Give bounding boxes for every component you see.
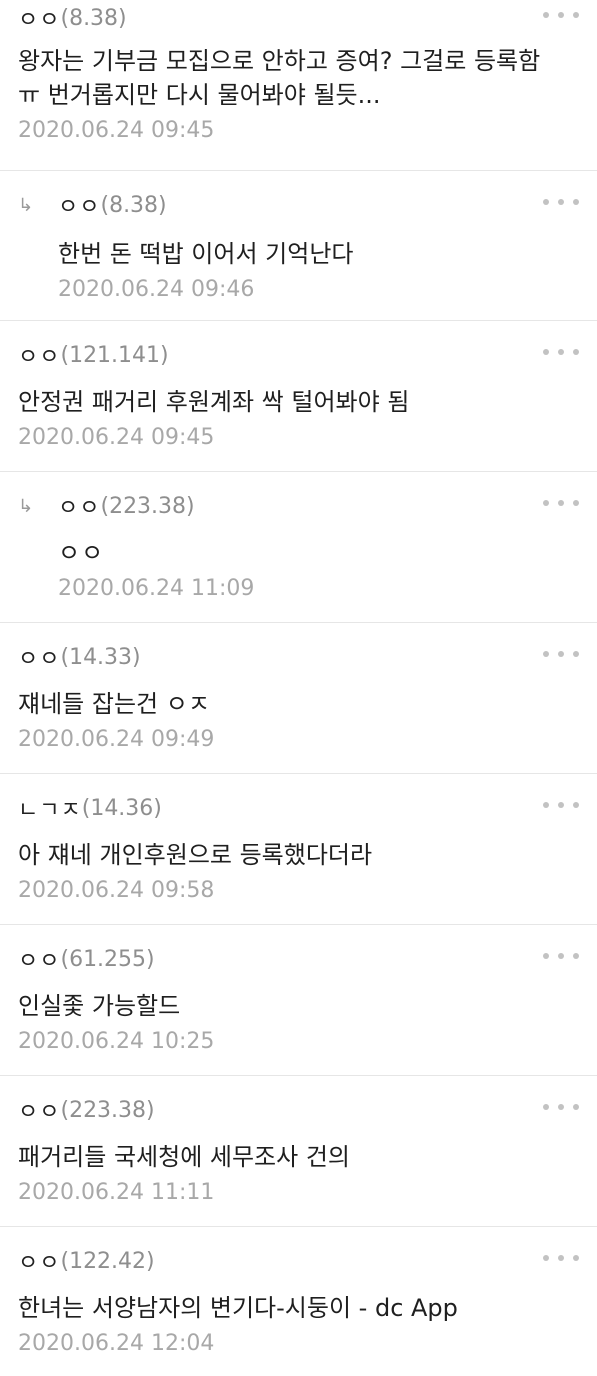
more-options-icon[interactable] [543,1104,579,1114]
comment-ip: (8.38) [100,192,167,218]
comment-author[interactable]: ㅇㅇ [18,641,60,673]
more-options-icon[interactable] [543,12,579,22]
more-options-icon[interactable] [543,199,579,209]
comment-header: ㅇㅇ (121.141) [18,339,579,371]
comment-ip: (14.36) [81,795,162,821]
comment-item: ㄴㄱㅈ (14.36) 아 쟤네 개인후원으로 등록했다더라 2020.06.2… [0,773,597,924]
comment-date: 2020.06.24 09:58 [18,878,215,903]
comment-author[interactable]: ㅇㅇ [18,339,60,371]
reply-item: ↳ ㅇㅇ (8.38) 한번 돈 떡밥 이어서 기억난다 2020.06.24 … [0,170,597,320]
comment-date: 2020.06.24 09:45 [18,425,215,450]
reply-arrow-icon: ↳ [18,194,34,216]
reply-item: ↳ ㅇㅇ (223.38) ㅇㅇ 2020.06.24 11:09 [0,471,597,622]
comment-author[interactable]: ㅇㅇ [58,490,100,522]
reply-arrow-icon: ↳ [18,495,34,517]
comment-ip: (223.38) [100,493,195,519]
comment-text: 한번 돈 떡밥 이어서 기억난다 [58,240,354,268]
comment-text: 쟤네들 잡는건 ㅇㅈ [18,690,210,718]
comment-header: ㅇㅇ (14.33) [18,641,579,673]
comment-ip: (14.33) [60,644,141,670]
comment-author[interactable]: ㅇㅇ [58,189,100,221]
comment-date: 2020.06.24 11:09 [58,576,255,601]
more-options-icon[interactable] [543,349,579,359]
comment-text: 한녀는 서양남자의 변기다-시둥이 - dc App [18,1294,458,1322]
more-options-icon[interactable] [543,651,579,661]
comment-header: ↳ ㅇㅇ (8.38) [18,189,579,221]
more-options-icon[interactable] [543,802,579,812]
comment-date: 2020.06.24 12:04 [18,1331,215,1356]
comment-text: 아 쟤네 개인후원으로 등록했다더라 [18,841,373,869]
more-options-icon[interactable] [543,953,579,963]
comment-item: ㅇㅇ (8.38) 왕자는 기부금 모집으로 안하고 증여? 그걸로 등록함 ㅠ… [0,0,597,170]
comment-item: ㅇㅇ (121.141) 안정권 패거리 후원계좌 싹 털어봐야 됨 2020.… [0,320,597,471]
comment-ip: (61.255) [60,946,155,972]
comment-date: 2020.06.24 09:49 [18,727,215,752]
comment-author[interactable]: ㅇㅇ [18,1245,60,1277]
comment-text: 안정권 패거리 후원계좌 싹 털어봐야 됨 [18,388,410,416]
comment-ip: (121.141) [60,342,169,368]
comment-author[interactable]: ㅇㅇ [18,1094,60,1126]
comment-text: 패거리들 국세청에 세무조사 건의 [18,1143,351,1171]
comment-header: ㄴㄱㅈ (14.36) [18,792,579,824]
comment-date: 2020.06.24 10:25 [18,1029,215,1054]
comment-header: ↳ ㅇㅇ (223.38) [18,490,579,522]
comment-author[interactable]: ㅇㅇ [18,943,60,975]
comment-item: ㅇㅇ (61.255) 인실좇 가능할드 2020.06.24 10:25 [0,924,597,1075]
comment-text: 왕자는 기부금 모집으로 안하고 증여? 그걸로 등록함 ㅠ 번거롭지만 다시 … [18,47,541,109]
comment-list: ㅇㅇ (8.38) 왕자는 기부금 모집으로 안하고 증여? 그걸로 등록함 ㅠ… [0,0,597,1376]
more-options-icon[interactable] [543,1255,579,1265]
comment-item: ㅇㅇ (223.38) 패거리들 국세청에 세무조사 건의 2020.06.24… [0,1075,597,1226]
more-options-icon[interactable] [543,500,579,510]
comment-header: ㅇㅇ (61.255) [18,943,579,975]
comment-ip: (122.42) [60,1248,155,1274]
comment-author[interactable]: ㅇㅇ [18,2,60,34]
comment-author[interactable]: ㄴㄱㅈ [18,792,82,824]
comment-header: ㅇㅇ (8.38) [18,2,579,34]
comment-date: 2020.06.24 09:45 [18,118,215,143]
comment-date: 2020.06.24 11:11 [18,1180,215,1205]
comment-item: ㅇㅇ (122.42) 한녀는 서양남자의 변기다-시둥이 - dc App 2… [0,1226,597,1376]
comment-header: ㅇㅇ (223.38) [18,1094,579,1126]
comment-text: ㅇㅇ [58,539,105,567]
comment-item: ㅇㅇ (14.33) 쟤네들 잡는건 ㅇㅈ 2020.06.24 09:49 [0,622,597,773]
comment-ip: (223.38) [60,1097,155,1123]
comment-date: 2020.06.24 09:46 [58,277,255,302]
comment-text: 인실좇 가능할드 [18,992,181,1020]
comment-ip: (8.38) [60,5,127,31]
comment-header: ㅇㅇ (122.42) [18,1245,579,1277]
